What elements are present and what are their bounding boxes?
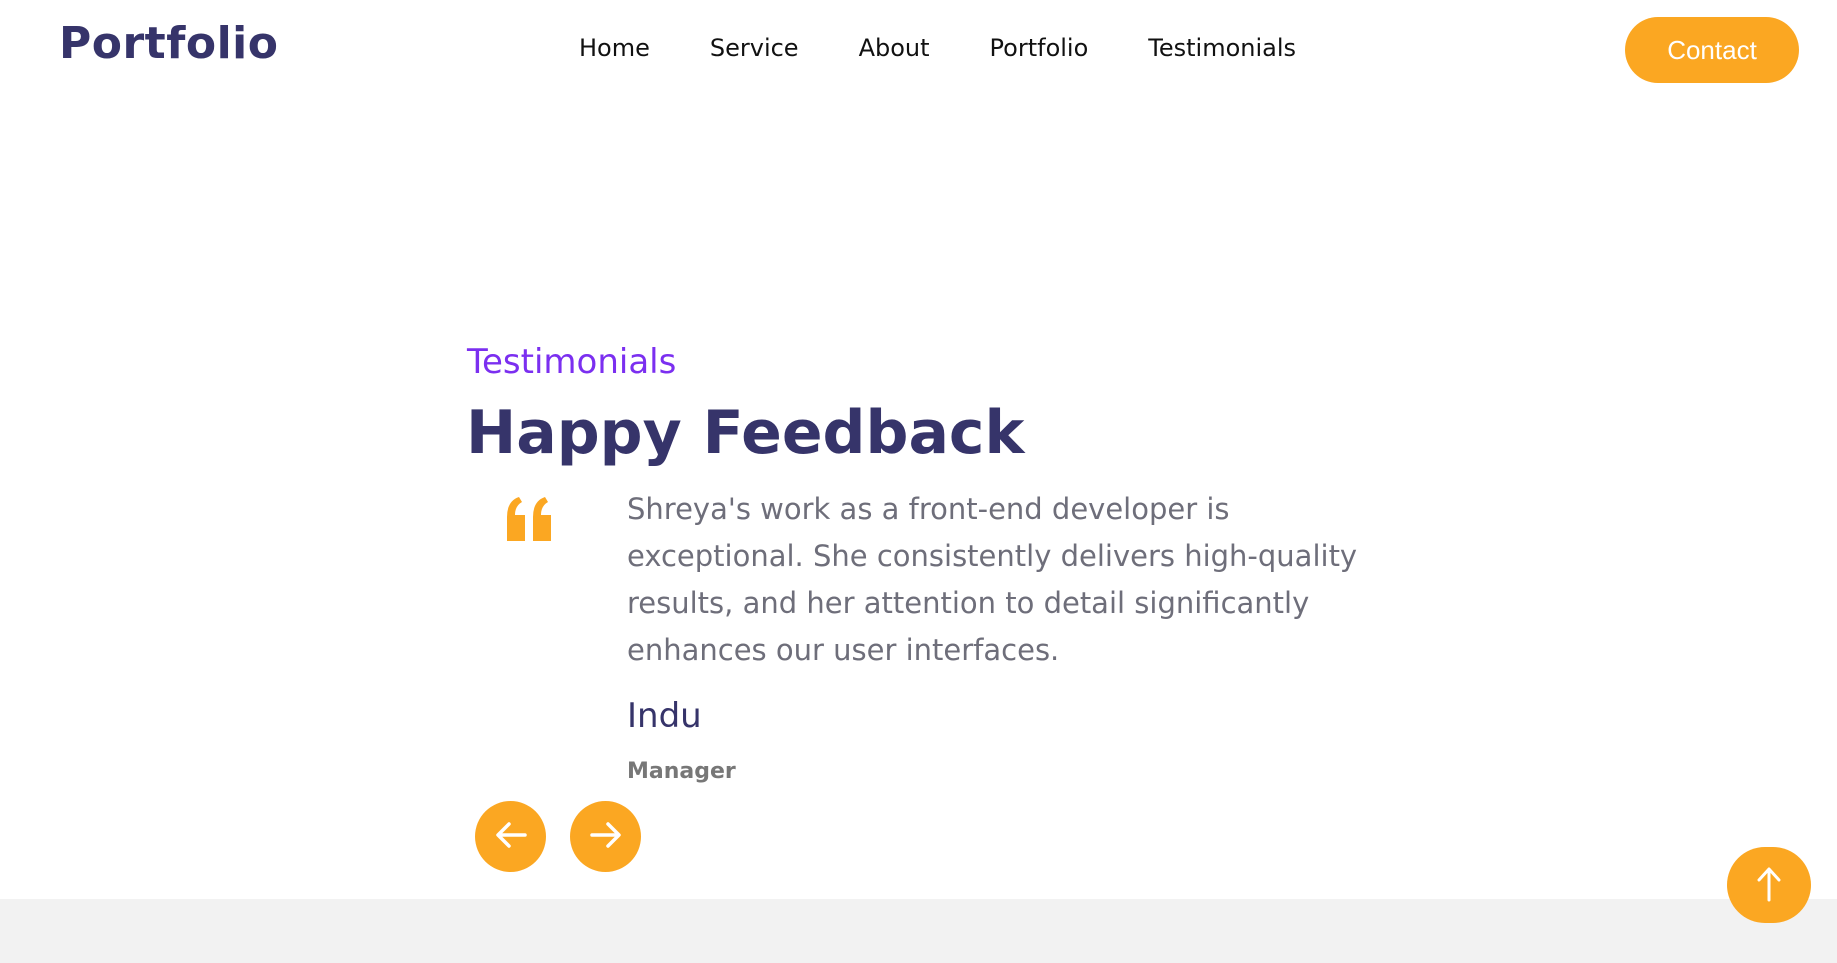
arrow-right-icon bbox=[586, 815, 626, 858]
nav-home[interactable]: Home bbox=[579, 34, 650, 62]
quote-icon bbox=[505, 495, 555, 555]
nav-service[interactable]: Service bbox=[710, 34, 799, 62]
testimonial-quote: Shreya's work as a front-end developer i… bbox=[627, 492, 1358, 667]
section-heading: Happy Feedback bbox=[466, 398, 1025, 468]
main-nav: Home Service About Portfolio Testimonial… bbox=[579, 34, 1296, 62]
scroll-to-top-button[interactable] bbox=[1727, 847, 1811, 923]
footer-band bbox=[0, 899, 1837, 963]
testimonial-role: Manager bbox=[627, 759, 736, 784]
nav-testimonials[interactable]: Testimonials bbox=[1148, 34, 1296, 62]
arrow-up-icon bbox=[1751, 864, 1787, 907]
prev-testimonial-button[interactable] bbox=[475, 801, 546, 872]
section-eyebrow: Testimonials bbox=[467, 342, 677, 382]
nav-about[interactable]: About bbox=[859, 34, 930, 62]
arrow-left-icon bbox=[491, 815, 531, 858]
contact-button[interactable]: Contact bbox=[1625, 17, 1799, 83]
testimonial-author: Indu bbox=[627, 696, 702, 736]
logo[interactable]: Portfolio bbox=[59, 18, 278, 69]
nav-portfolio[interactable]: Portfolio bbox=[990, 34, 1089, 62]
page: Portfolio Home Service About Portfolio T… bbox=[0, 0, 1837, 963]
next-testimonial-button[interactable] bbox=[570, 801, 641, 872]
